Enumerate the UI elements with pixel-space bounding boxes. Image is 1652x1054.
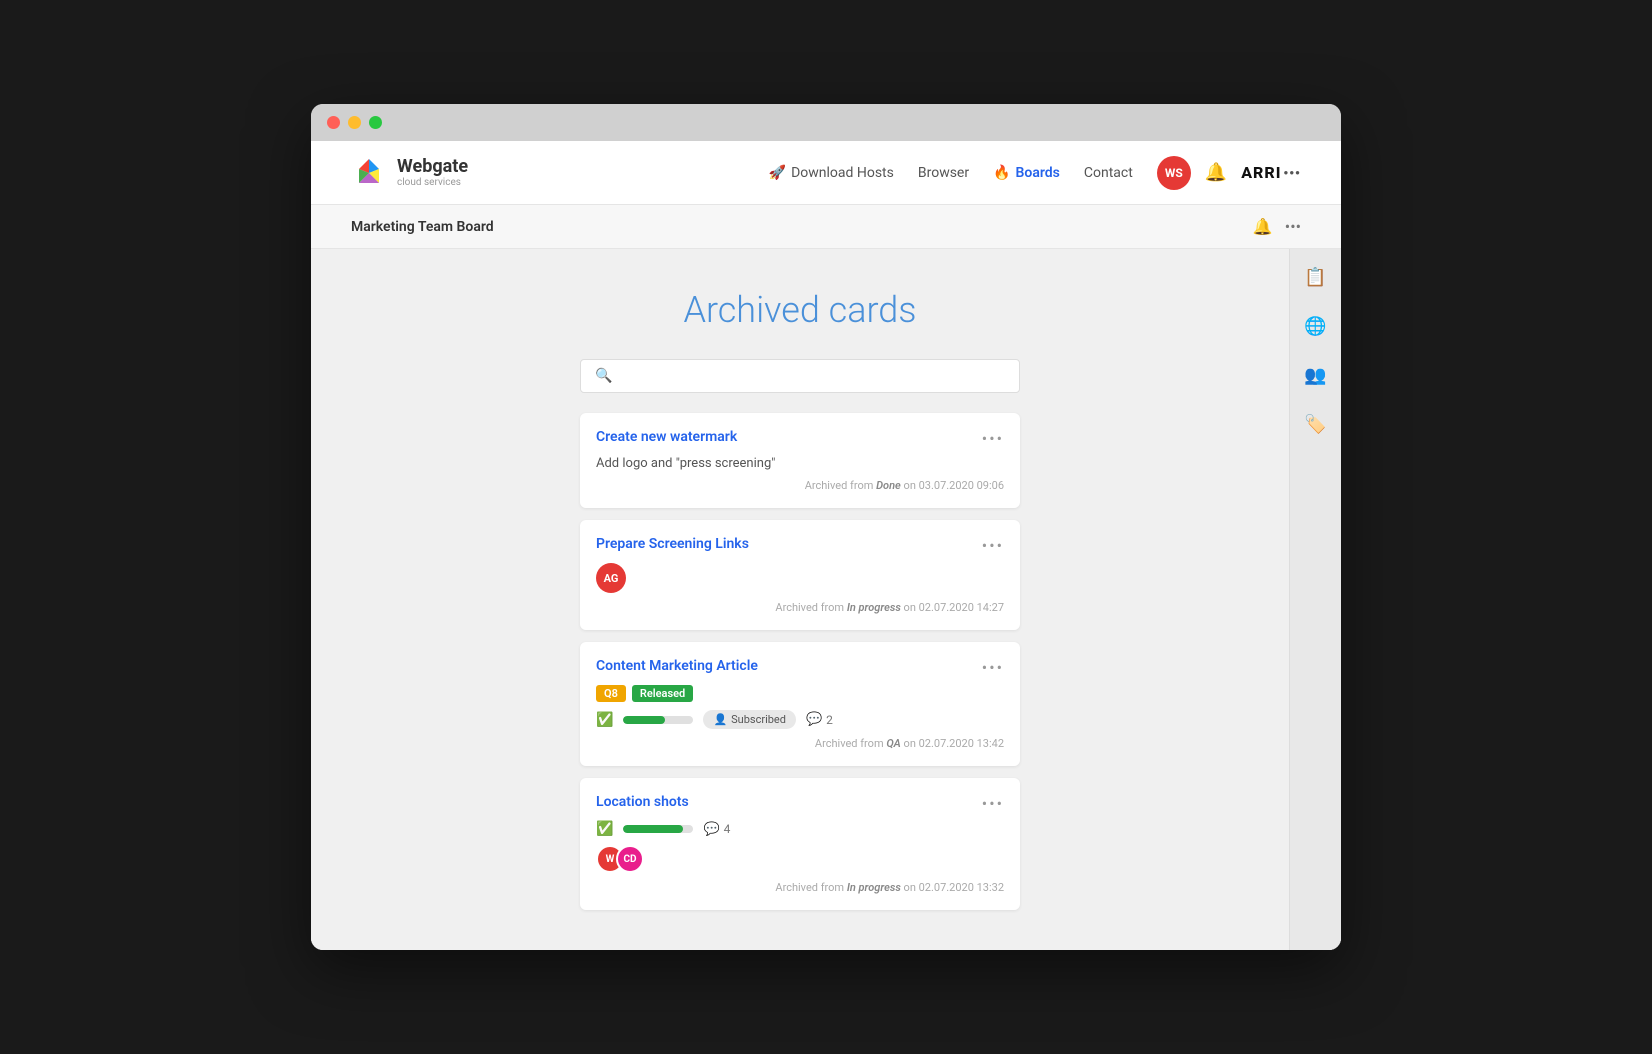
nav-contact[interactable]: Contact bbox=[1084, 165, 1133, 181]
logo-icon bbox=[351, 155, 387, 191]
notification-bell-icon[interactable]: 🔔 bbox=[1205, 162, 1227, 183]
card-title[interactable]: Prepare Screening Links bbox=[596, 536, 749, 552]
card-menu-icon[interactable]: ••• bbox=[982, 536, 1004, 555]
card-title[interactable]: Content Marketing Article bbox=[596, 658, 758, 674]
card-menu-icon[interactable]: ••• bbox=[982, 794, 1004, 813]
card-title[interactable]: Create new watermark bbox=[596, 429, 737, 445]
logo-area: Webgate cloud services bbox=[351, 155, 468, 191]
card-screening-links: Prepare Screening Links ••• AG Archived … bbox=[580, 520, 1020, 630]
rocket-icon: 🚀 bbox=[769, 165, 786, 181]
sidebar-globe-icon[interactable]: 🌐 bbox=[1300, 312, 1330, 341]
right-sidebar: 📋 🌐 👥 🏷️ bbox=[1289, 249, 1341, 950]
dot-yellow[interactable] bbox=[348, 116, 361, 129]
search-icon: 🔍 bbox=[595, 368, 612, 384]
comment-icon: 💬 bbox=[806, 712, 822, 727]
logo-name: Webgate bbox=[397, 157, 468, 177]
dot-red[interactable] bbox=[327, 116, 340, 129]
check-icon: ✅ bbox=[596, 712, 613, 728]
card-avatar-ag: AG bbox=[596, 563, 626, 593]
subscribed-icon: 👤 bbox=[713, 713, 727, 726]
sub-nav-actions: 🔔 ••• bbox=[1253, 217, 1301, 236]
card-archive-meta: Archived from In progress on 02.07.2020 … bbox=[596, 881, 1004, 894]
logo-text: Webgate cloud services bbox=[397, 157, 468, 188]
card-header: Prepare Screening Links ••• bbox=[596, 536, 1004, 555]
card-header: Content Marketing Article ••• bbox=[596, 658, 1004, 677]
sidebar-tag-icon[interactable]: 🏷️ bbox=[1300, 410, 1330, 439]
comment-icon: 💬 bbox=[703, 822, 719, 837]
card-create-watermark: Create new watermark ••• Add logo and "p… bbox=[580, 413, 1020, 508]
cards-container: Create new watermark ••• Add logo and "p… bbox=[580, 413, 1020, 910]
tag-released: Released bbox=[632, 685, 693, 702]
boards-icon: 🔥 bbox=[993, 165, 1010, 181]
search-input[interactable] bbox=[620, 368, 1005, 384]
comment-badge: 💬 4 bbox=[703, 822, 730, 837]
comment-badge: 💬 2 bbox=[806, 712, 833, 727]
comment-count: 4 bbox=[724, 822, 731, 836]
progress-bar bbox=[623, 716, 693, 724]
card-menu-icon[interactable]: ••• bbox=[982, 658, 1004, 677]
app-content: Webgate cloud services 🚀 Download Hosts … bbox=[311, 141, 1341, 950]
bell-subnav-icon[interactable]: 🔔 bbox=[1253, 217, 1273, 236]
card-tags: Q8 Released bbox=[596, 685, 1004, 702]
arri-logo: ARRI ●●● bbox=[1241, 163, 1301, 182]
nav-boards[interactable]: 🔥 Boards bbox=[993, 165, 1060, 181]
board-title: Marketing Team Board bbox=[351, 219, 494, 235]
title-bar bbox=[311, 104, 1341, 141]
browser-window: Webgate cloud services 🚀 Download Hosts … bbox=[311, 104, 1341, 950]
card-header: Location shots ••• bbox=[596, 794, 1004, 813]
more-options-icon[interactable]: ••• bbox=[1285, 217, 1301, 236]
main-content: Archived cards 🔍 Create new watermark ••… bbox=[311, 249, 1341, 950]
card-archive-meta: Archived from QA on 02.07.2020 13:42 bbox=[596, 737, 1004, 750]
navbar: Webgate cloud services 🚀 Download Hosts … bbox=[311, 141, 1341, 205]
card-description: Add logo and "press screening" bbox=[596, 456, 1004, 471]
card-location-shots: Location shots ••• ✅ 💬 4 bbox=[580, 778, 1020, 910]
nav-download-hosts[interactable]: 🚀 Download Hosts bbox=[769, 165, 894, 181]
card-footer: ✅ 💬 4 bbox=[596, 821, 1004, 837]
sidebar-people-icon[interactable]: 👥 bbox=[1300, 361, 1330, 390]
card-content-marketing: Content Marketing Article ••• Q8 Release… bbox=[580, 642, 1020, 766]
card-header: Create new watermark ••• bbox=[596, 429, 1004, 448]
sidebar-list-icon[interactable]: 📋 bbox=[1300, 263, 1330, 292]
card-archive-meta: Archived from In progress on 02.07.2020 … bbox=[596, 601, 1004, 614]
progress-fill bbox=[623, 825, 683, 833]
subscribed-label: Subscribed bbox=[731, 713, 786, 726]
nav-browser[interactable]: Browser bbox=[918, 165, 969, 181]
page-title: Archived cards bbox=[351, 289, 1249, 331]
user-avatar[interactable]: WS bbox=[1157, 156, 1191, 190]
avatar-group: W CD bbox=[596, 845, 1004, 873]
card-footer: ✅ 👤 Subscribed 💬 2 bbox=[596, 710, 1004, 729]
nav-right: WS 🔔 ARRI ●●● bbox=[1157, 156, 1301, 190]
subscribed-badge: 👤 Subscribed bbox=[703, 710, 796, 729]
card-title[interactable]: Location shots bbox=[596, 794, 689, 810]
sub-nav: Marketing Team Board 🔔 ••• bbox=[311, 205, 1341, 249]
logo-sub: cloud services bbox=[397, 177, 468, 188]
dot-green[interactable] bbox=[369, 116, 382, 129]
check-icon: ✅ bbox=[596, 821, 613, 837]
progress-bar bbox=[623, 825, 693, 833]
tag-q8: Q8 bbox=[596, 685, 626, 702]
comment-count: 2 bbox=[826, 713, 833, 727]
search-bar: 🔍 bbox=[580, 359, 1020, 393]
card-archive-meta: Archived from Done on 03.07.2020 09:06 bbox=[596, 479, 1004, 492]
card-menu-icon[interactable]: ••• bbox=[982, 429, 1004, 448]
content-area: Archived cards 🔍 Create new watermark ••… bbox=[311, 249, 1289, 950]
avatar-cd: CD bbox=[616, 845, 644, 873]
nav-links: 🚀 Download Hosts Browser 🔥 Boards Contac… bbox=[769, 165, 1133, 181]
progress-fill bbox=[623, 716, 665, 724]
